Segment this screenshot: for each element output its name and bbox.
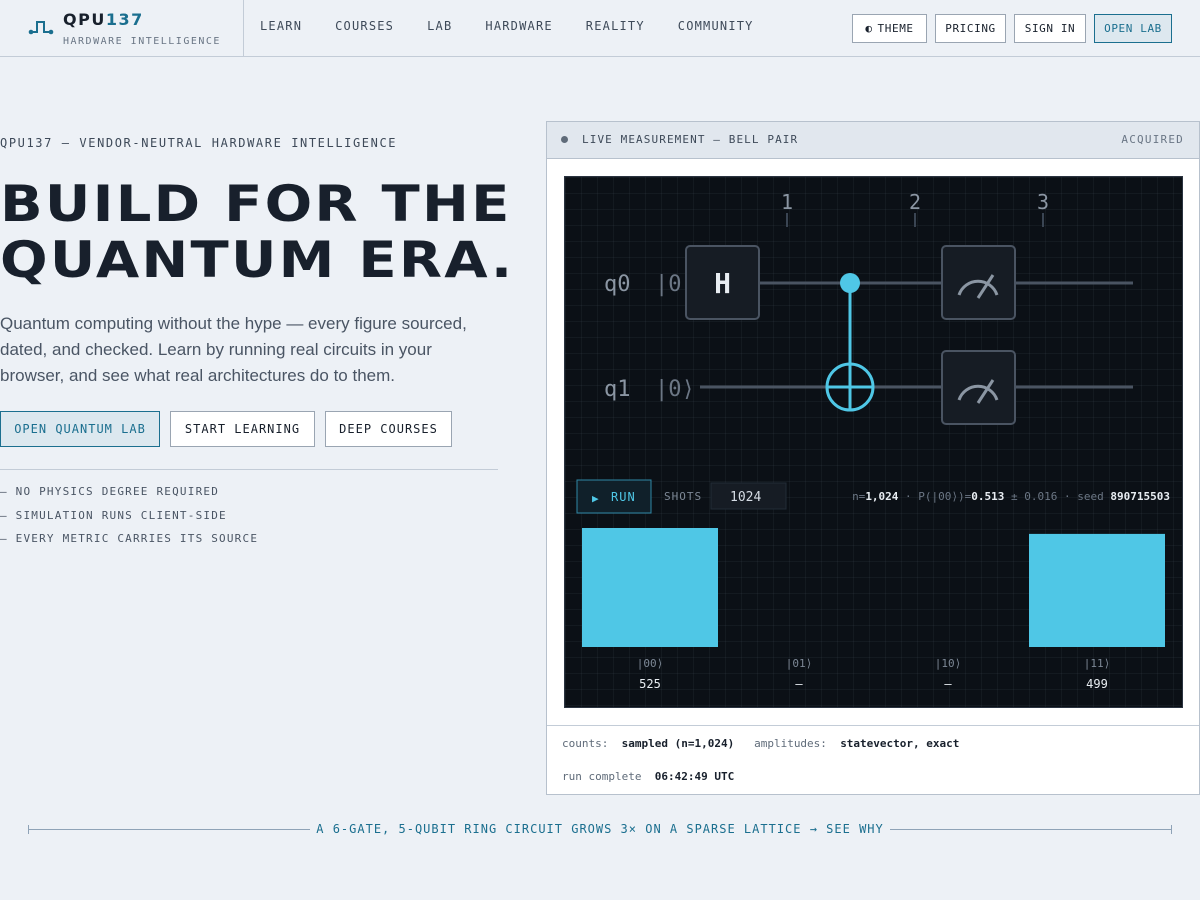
shots-value: 1024 [730,490,761,505]
banner-rule-right [890,829,1172,830]
run-complete-label: run complete [562,770,642,783]
nav-learn[interactable]: LEARN [260,19,302,33]
hero-divider [0,469,498,470]
sign-in-button[interactable]: SIGN IN [1014,14,1086,43]
amplitudes-label: amplitudes: [754,737,827,750]
histogram-value-label: — [944,677,952,691]
nav-community[interactable]: COMMUNITY [678,19,754,33]
nav-lab[interactable]: LAB [427,19,452,33]
live-indicator-icon [561,136,568,143]
hero-title-line-2: QUANTUM ERA. [0,231,515,289]
brand-name-main: QPU [63,10,106,29]
hero-eyebrow: QPU137 — VENDOR-NEUTRAL HARDWARE INTELLI… [0,136,398,150]
deep-courses-button[interactable]: DEEP COURSES [325,411,452,447]
stats-error: ± 0.016 · seed [1004,490,1110,503]
stats-p-prefix: · P(|00⟩)= [898,490,971,503]
live-measurement-panel: LIVE MEASUREMENT — BELL PAIR ACQUIRED 1 … [546,121,1200,795]
theme-icon: ◐ [865,22,873,35]
histogram-category-label: |00⟩ [637,657,664,670]
panel-header: LIVE MEASUREMENT — BELL PAIR ACQUIRED [547,122,1199,159]
cnot-control-dot[interactable] [840,273,860,293]
stats-p-value: 0.513 [971,490,1004,503]
histogram-category-label: |01⟩ [786,657,813,670]
start-learning-button[interactable]: START LEARNING [170,411,315,447]
open-quantum-lab-button[interactable]: OPEN QUANTUM LAB [0,411,160,447]
stats-seed: 890715503 [1110,490,1170,503]
logo-icon [28,21,54,35]
brand-tagline: HARDWARE INTELLIGENCE [63,36,221,47]
pricing-button[interactable]: PRICING [935,14,1006,43]
play-icon: ▶ [592,492,599,505]
theme-button[interactable]: ◐ THEME [852,14,927,43]
histogram-category-label: |11⟩ [1084,657,1111,670]
qubit-state-q1: |0⟩ [655,377,695,402]
step-label: 1 [781,190,793,214]
run-label: RUN [611,490,636,504]
amplitudes-value: statevector, exact [840,737,960,750]
footer-line-counts: counts: sampled (n=1,024) amplitudes: st… [562,737,959,750]
hero-title: BUILD FOR THE QUANTUM ERA. [0,176,605,288]
panel-footer: counts: sampled (n=1,024) amplitudes: st… [547,725,1199,795]
brand[interactable]: QPU137 HARDWARE INTELLIGENCE [0,0,244,56]
hero-description: Quantum computing without the hype — eve… [0,314,467,385]
site-header: QPU137 HARDWARE INTELLIGENCE LEARN COURS… [0,0,1200,57]
nav-courses[interactable]: COURSES [335,19,394,33]
counts-value: sampled (n=1,024) [621,737,735,750]
panel-status: ACQUIRED [1121,133,1184,146]
nav-reality[interactable]: REALITY [586,19,645,33]
histogram-bar [1029,533,1165,647]
measure-gate-q1[interactable] [941,350,1016,425]
theme-label: THEME [877,22,914,35]
run-button[interactable]: ▶ RUN [576,479,652,514]
histogram-value-label: — [795,677,803,691]
banner-rule-left [28,829,310,830]
feature-list: — NO PHYSICS DEGREE REQUIRED — SIMULATIO… [0,485,258,556]
qubit-label-q0: q0 [604,272,631,297]
run-complete-time: 06:42:49 UTC [654,770,735,783]
histogram-value-label: 525 [639,677,661,691]
stats-n-value: 1,024 [865,490,898,503]
hadamard-gate-label: H [714,267,731,300]
banner-cap-right [1171,825,1172,834]
counts-label: counts: [562,737,609,750]
feature-item: — EVERY METRIC CARRIES ITS SOURCE [0,532,259,545]
step-label: 2 [909,190,921,214]
brand-name: QPU137 [63,10,144,29]
stats-n-prefix: n= [852,490,866,503]
panel-title: LIVE MEASUREMENT — BELL PAIR [582,133,799,146]
banner-link[interactable]: A 6-GATE, 5-QUBIT RING CIRCUIT GROWS 3× … [312,822,888,836]
brand-name-accent: 137 [105,10,144,29]
main-nav: LEARN COURSES LAB HARDWARE REALITY COMMU… [260,19,787,33]
run-stats: n=1,024 · P(|00⟩)=0.513 ± 0.016 · seed 8… [852,490,1170,503]
histogram-bar [582,528,718,647]
hero-title-line-1: BUILD FOR THE [0,175,512,233]
histogram-value-label: 499 [1086,677,1108,691]
nav-hardware[interactable]: HARDWARE [485,19,552,33]
qubit-label-q1: q1 [604,377,631,402]
open-lab-button[interactable]: OPEN LAB [1094,14,1172,43]
step-label: 3 [1037,190,1049,214]
lab-screen: 1 2 3 q0 |0⟩ q1 |0⟩ H ▶ RUN SHOTS 1024 n… [564,176,1183,708]
histogram-category-label: |10⟩ [935,657,962,670]
measure-gate-q0[interactable] [941,245,1016,320]
footer-line-run: run complete 06:42:49 UTC [562,770,734,783]
feature-item: — SIMULATION RUNS CLIENT-SIDE [0,508,227,522]
feature-item: — NO PHYSICS DEGREE REQUIRED [0,485,220,498]
histogram: |00⟩ 525 |01⟩ — |10⟩ — |11⟩ 499 [582,528,1165,691]
circuit-and-histogram: 1 2 3 q0 |0⟩ q1 |0⟩ H ▶ RUN SHOTS 1024 n… [576,190,1170,691]
shots-label: SHOTS [664,490,702,503]
